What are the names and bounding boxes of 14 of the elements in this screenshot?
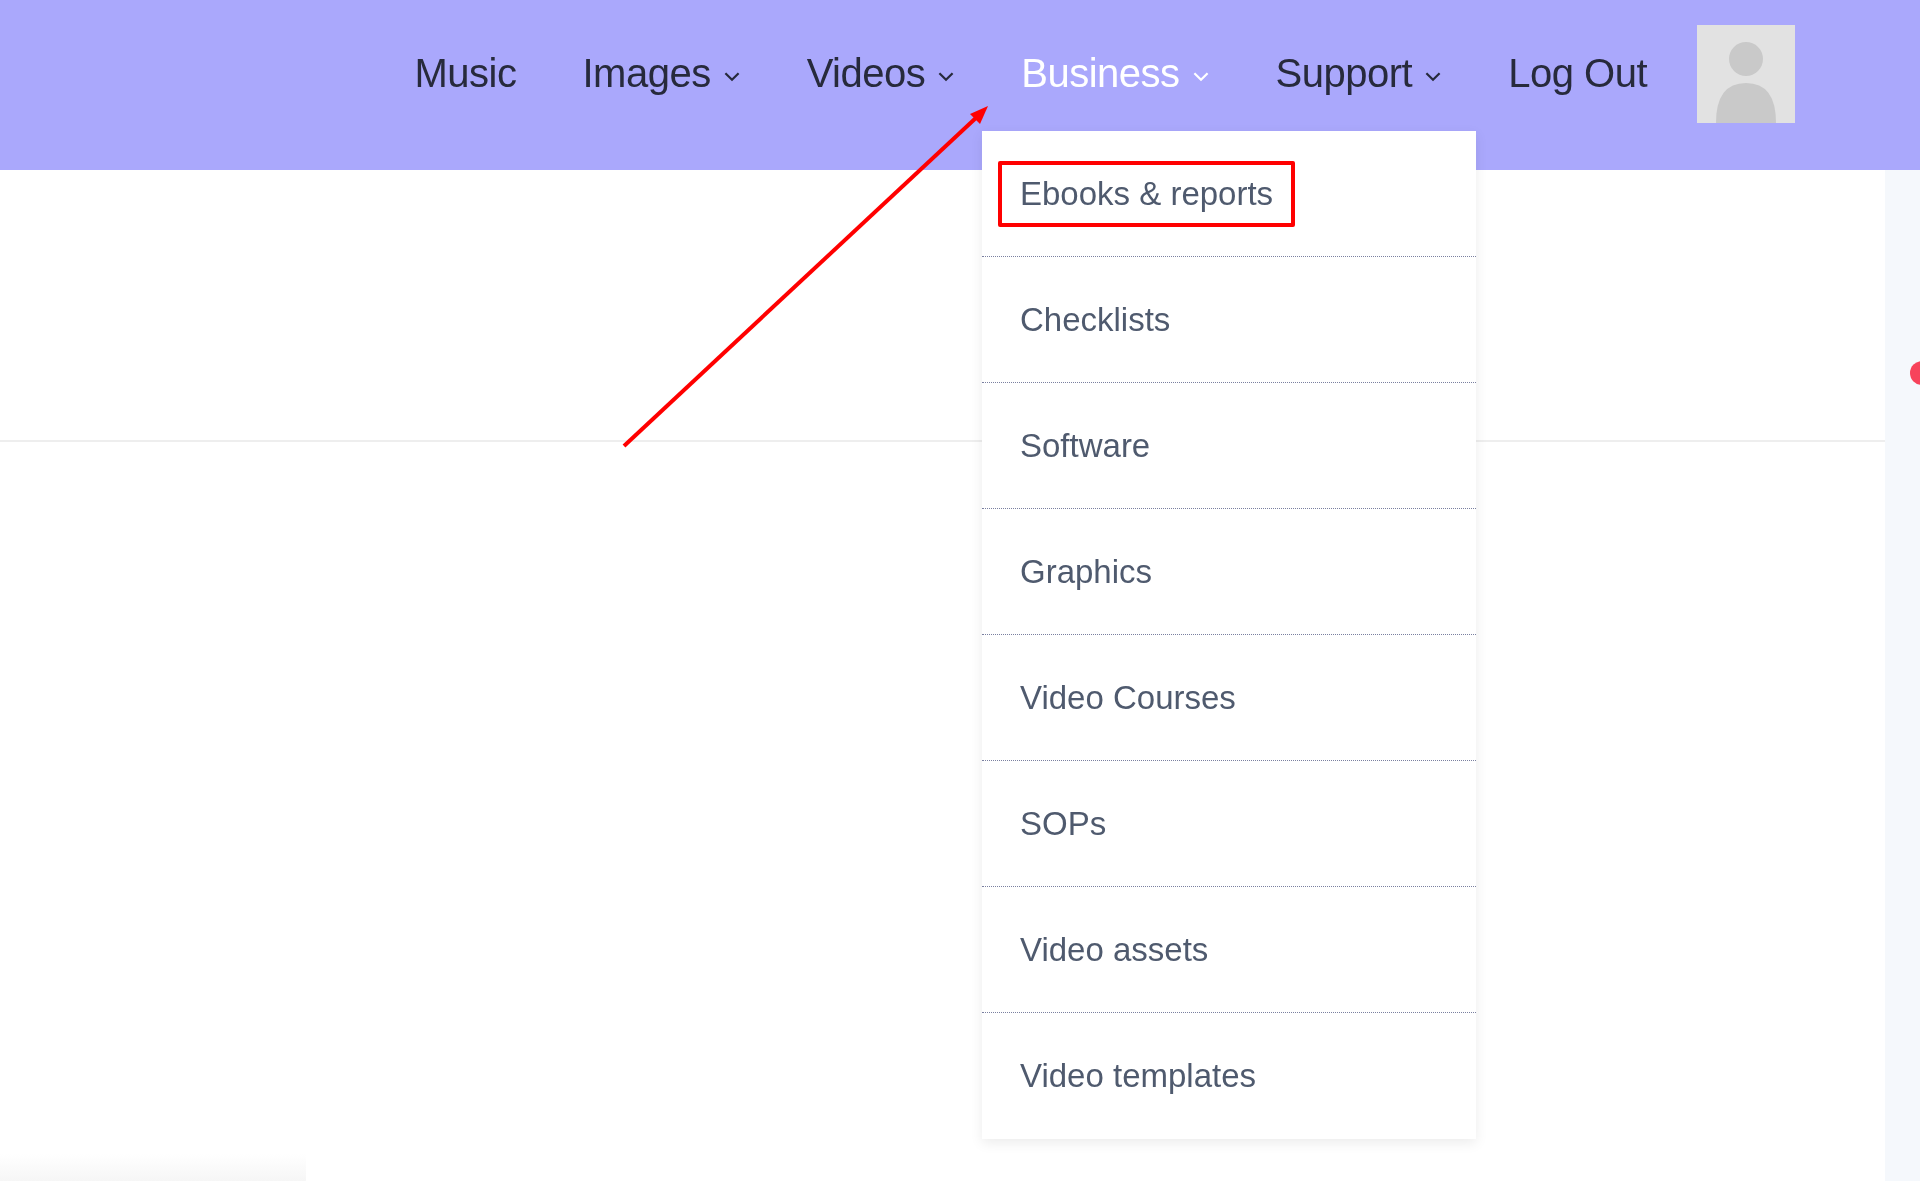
nav-link[interactable]: Videos [806, 50, 956, 96]
nav-link[interactable]: Music [414, 50, 517, 96]
menu-item[interactable]: Video Courses [998, 664, 1258, 731]
nav-link[interactable]: Images [582, 50, 741, 96]
menu-item[interactable]: Graphics [998, 538, 1175, 605]
menu-item[interactable]: Video templates [998, 1043, 1279, 1109]
menu-item[interactable]: Software [998, 412, 1173, 479]
menu-item[interactable]: Video assets [998, 916, 1231, 983]
nav-link[interactable]: Support [1275, 50, 1443, 96]
menu-item[interactable]: Ebooks & reports [998, 160, 1296, 227]
menu-item[interactable]: Checklists [998, 286, 1193, 353]
avatar-silhouette-icon[interactable] [1697, 25, 1795, 123]
nav-link[interactable]: Log Out [1508, 50, 1647, 96]
menu-item[interactable]: SOPs [998, 790, 1129, 857]
